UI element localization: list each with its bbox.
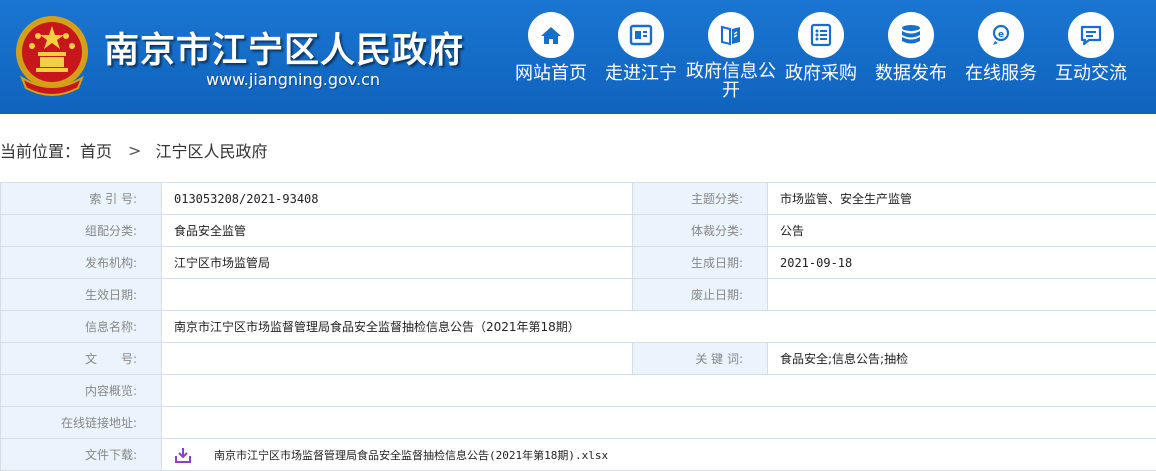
table-row: 信息名称: 南京市江宁区市场监督管理局食品安全监督抽检信息公告（2021年第18… <box>1 311 1156 343</box>
download-file-link[interactable]: 南京市江宁区市场监督管理局食品安全监督抽检信息公告(2021年第18期).xls… <box>214 449 608 462</box>
download-icon[interactable] <box>174 446 192 464</box>
breadcrumb-separator: > <box>128 141 141 160</box>
genre-value: 公告 <box>768 215 1156 247</box>
download-cell: 南京市江宁区市场监督管理局食品安全监督抽检信息公告(2021年第18期).xls… <box>162 439 1156 471</box>
link-value <box>162 407 1156 439</box>
index-label: 索 引 号: <box>1 183 162 215</box>
national-emblem-icon <box>14 12 90 98</box>
keywords-value: 食品安全;信息公告;抽检 <box>768 343 1156 375</box>
expired-value <box>768 279 1156 311</box>
genre-label: 体裁分类: <box>633 215 768 247</box>
name-label: 信息名称: <box>1 311 162 343</box>
created-value: 2021-09-18 <box>768 247 1156 279</box>
table-row: 生效日期: 废止日期: <box>1 279 1156 311</box>
index-value: 013053208/2021-93408 <box>162 183 633 215</box>
docno-label: 文 号: <box>1 343 162 375</box>
expired-label: 废止日期: <box>633 279 768 311</box>
site-title[interactable]: 南京市江宁区人民政府 <box>104 22 464 73</box>
effective-label: 生效日期: <box>1 279 162 311</box>
breadcrumb: 当前位置： 首页 > 江宁区人民政府 <box>0 138 267 162</box>
group-value: 食品安全监管 <box>162 215 633 247</box>
created-label: 生成日期: <box>633 247 768 279</box>
nav-item-info-disclosure[interactable]: 政府信息公开 <box>688 12 774 108</box>
nav-item-procurement[interactable]: 政府采购 <box>778 12 864 108</box>
publisher-value: 江宁区市场监管局 <box>162 247 633 279</box>
nav-item-online-service[interactable]: e 在线服务 <box>958 12 1044 108</box>
nav-item-data-release[interactable]: 数据发布 <box>868 12 954 108</box>
list-icon <box>798 12 844 58</box>
table-row: 文件下载: 南京市江宁区市场监督管理局食品安全监督抽检信息公告(2021年第18… <box>1 439 1156 471</box>
info-table: 索 引 号: 013053208/2021-93408 主题分类: 市场监管、安… <box>0 182 1156 471</box>
table-row: 在线链接地址: <box>1 407 1156 439</box>
docno-value <box>162 343 633 375</box>
summary-label: 内容概览: <box>1 375 162 407</box>
publisher-label: 发布机构: <box>1 247 162 279</box>
download-label: 文件下载: <box>1 439 162 471</box>
name-value: 南京市江宁区市场监督管理局食品安全监督抽检信息公告（2021年第18期） <box>162 311 1156 343</box>
nav-item-about[interactable]: 走进江宁 <box>598 12 684 108</box>
breadcrumb-home-link[interactable]: 首页 <box>80 138 112 162</box>
keywords-label: 关 键 词: <box>633 343 768 375</box>
table-row: 组配分类: 食品安全监管 体裁分类: 公告 <box>1 215 1156 247</box>
svg-text:e: e <box>998 30 1004 40</box>
table-row: 发布机构: 江宁区市场监管局 生成日期: 2021-09-18 <box>1 247 1156 279</box>
topic-value: 市场监管、安全生产监管 <box>768 183 1156 215</box>
breadcrumb-prefix: 当前位置： <box>0 138 80 162</box>
nav-label: 互动交流 <box>1038 64 1144 84</box>
table-row: 文 号: 关 键 词: 食品安全;信息公告;抽检 <box>1 343 1156 375</box>
chat-icon <box>1068 12 1114 58</box>
breadcrumb-current-link[interactable]: 江宁区人民政府 <box>155 138 267 162</box>
site-url[interactable]: www.jiangning.gov.cn <box>206 70 380 89</box>
book-icon <box>708 12 754 58</box>
window-icon <box>618 12 664 58</box>
group-label: 组配分类: <box>1 215 162 247</box>
database-icon <box>888 12 934 58</box>
topic-label: 主题分类: <box>633 183 768 215</box>
home-icon <box>528 12 574 58</box>
link-label: 在线链接地址: <box>1 407 162 439</box>
nav-item-interaction[interactable]: 互动交流 <box>1048 12 1134 108</box>
effective-value <box>162 279 633 311</box>
summary-value <box>162 375 1156 407</box>
site-header: 南京市江宁区人民政府 www.jiangning.gov.cn 网站首页 走进江… <box>0 0 1156 114</box>
table-row: 索 引 号: 013053208/2021-93408 主题分类: 市场监管、安… <box>1 183 1156 215</box>
table-row: 内容概览: <box>1 375 1156 407</box>
nav-item-home[interactable]: 网站首页 <box>508 12 594 108</box>
service-icon: e <box>978 12 1024 58</box>
